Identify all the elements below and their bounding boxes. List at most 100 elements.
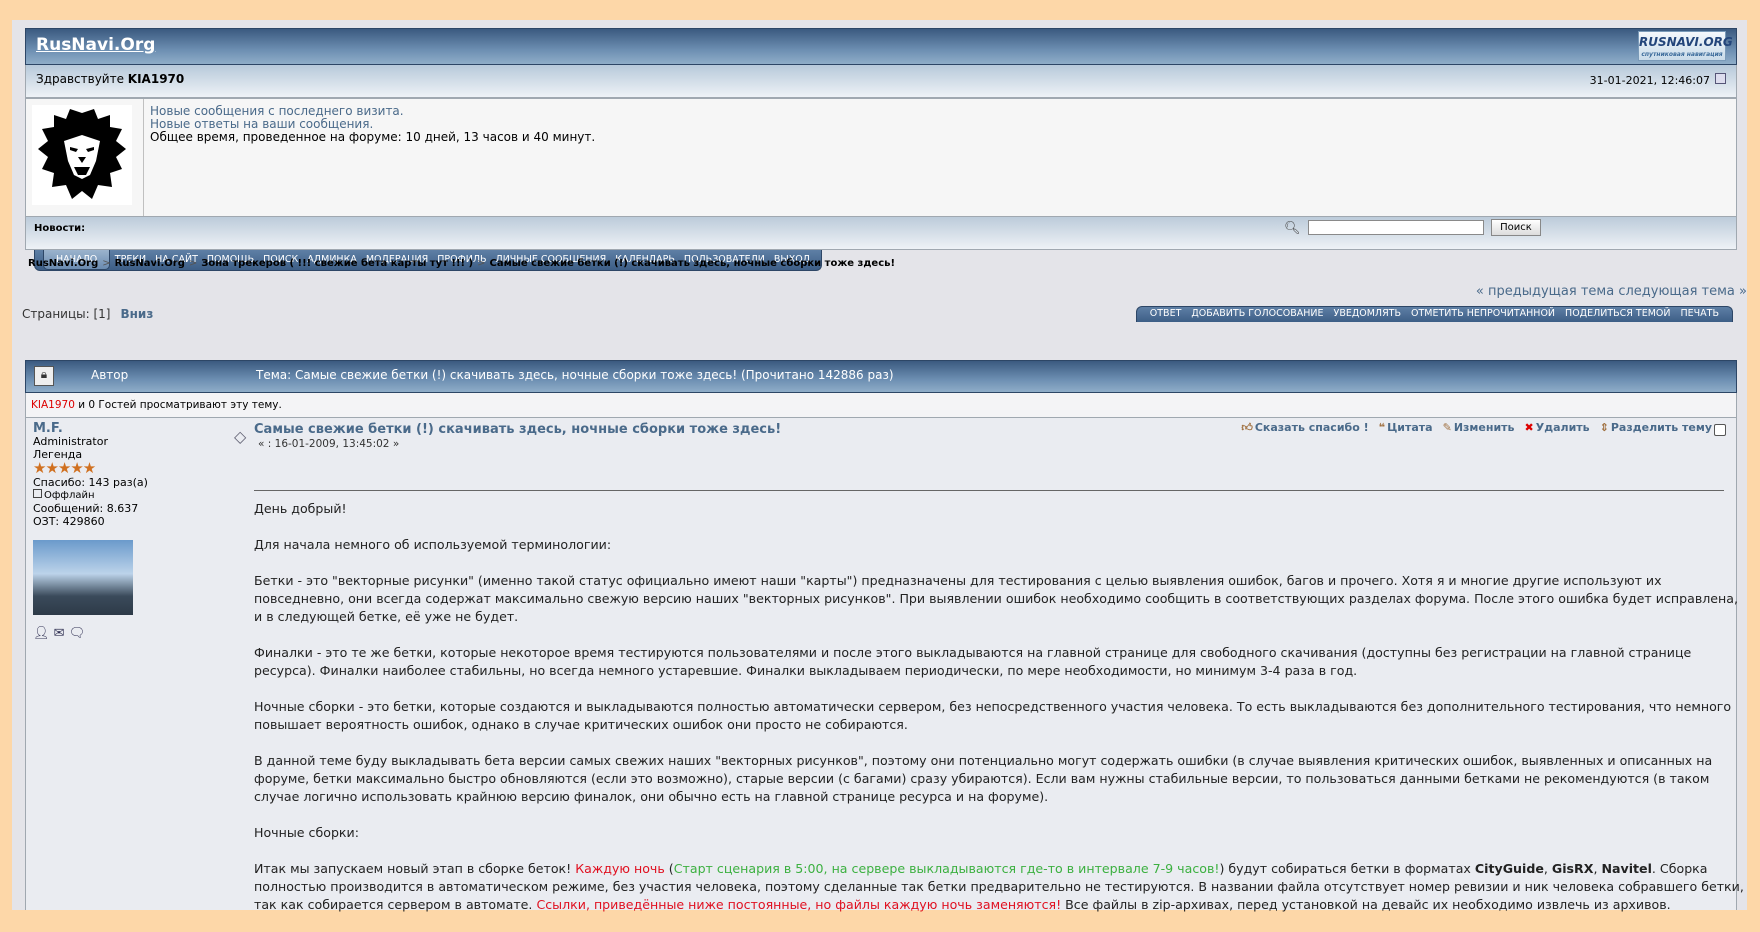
author-thanks: Спасибо: 143 раз(а) <box>33 476 148 489</box>
post-author: M.F. Administrator Легенда ★★★★★ Спасибо… <box>33 422 233 640</box>
search-input[interactable] <box>1308 220 1484 235</box>
viewers-text: и 0 Гостей просматривают эту тему. <box>74 399 282 411</box>
text-segment: Итак мы запускаем новый этап в сборке бе… <box>254 861 576 876</box>
email-icon[interactable]: ✉︎ <box>54 626 65 641</box>
search-icon: 🔍︎ <box>1284 221 1301 236</box>
post-paragraph: Бетки - это "векторные рисунки" (именно … <box>254 573 1738 624</box>
pagination: Страницы: [1] Вниз <box>22 307 153 321</box>
post-body: День добрый! Для начала немного об испол… <box>254 500 1744 932</box>
reply-button[interactable]: ОТВЕТ <box>1145 307 1187 322</box>
prev-next-topic-links[interactable]: « предыдущая тема следующая тема » <box>1476 284 1747 299</box>
forum-page: RusNavi.Org RUSNAVI.ORG спутниковая навиг… <box>12 20 1747 912</box>
author-ozt: ОЗТ: 429860 <box>33 515 105 528</box>
thumbs-up-icon: 👍︎ <box>1241 421 1253 434</box>
post-paragraph: Для начала немного об используемой терми… <box>254 537 612 552</box>
current-datetime: 31-01-2021, 12:46:07 <box>1589 74 1710 87</box>
post-date: « : 16-01-2009, 13:45:02 » <box>258 438 400 450</box>
profile-icon[interactable]: 👤︎ <box>33 626 50 641</box>
topic-lock-icon: 🔒︎ <box>34 366 54 386</box>
rank-stars-icon: ★★★★★ <box>33 459 96 477</box>
topic-actions: ОТВЕТ ДОБАВИТЬ ГОЛОСОВАНИЕ УВЕДОМЛЯТЬ ОТ… <box>1135 306 1733 322</box>
text-segment: Все файлы в zip-архивах, перед установко… <box>1061 897 1671 912</box>
share-topic-button[interactable]: ПОДЕЛИТЬСЯ ТЕМОЙ <box>1560 307 1675 322</box>
post-buttons: 👍︎ Сказать спасибо ! ❝ Цитата ✎ Изменить ✖ У… <box>1241 421 1712 434</box>
breadcrumb-item[interactable]: Зона трекеров ( !!! свежие бета карты ту… <box>201 258 473 269</box>
text-segment: ) будут собираться бетки в форматах <box>1219 861 1475 876</box>
text-segment: Старт сценария в 5:00, на сервере выклад… <box>673 861 1220 876</box>
mark-unread-button[interactable]: ОТМЕТИТЬ НЕПРОЧИТАННОЙ <box>1406 307 1560 322</box>
delete-icon: ✖ <box>1524 421 1534 434</box>
go-down-link[interactable]: Вниз <box>120 307 153 321</box>
edit-icon: ✎ <box>1442 421 1452 434</box>
thanks-button[interactable]: 👍︎ Сказать спасибо ! <box>1241 421 1368 434</box>
time-on-forum: Общее время, проведенное на форуме: 10 д… <box>150 130 596 144</box>
offline-icon <box>33 489 42 498</box>
text-segment: Navitel <box>1601 861 1652 876</box>
post-paragraph: В данной теме буду выкладывать бета верс… <box>254 753 1713 804</box>
breadcrumb-item[interactable]: RusNavi.Org <box>115 258 185 269</box>
greeting-prefix: Здравствуйте <box>36 72 124 86</box>
breadcrumb-separator: > <box>102 258 111 269</box>
author-status: Оффлайн <box>33 489 233 502</box>
post-paragraph: Ночные сборки - это бетки, которые созда… <box>254 699 1732 732</box>
topic-viewers: KIA1970 и 0 Гостей просматривают эту тем… <box>25 393 1737 418</box>
user-info-panel: Новые сообщения с последнего визита. Нов… <box>25 98 1737 217</box>
edit-button[interactable]: ✎ Изменить <box>1443 421 1515 434</box>
delete-button[interactable]: ✖ Удалить <box>1525 421 1590 434</box>
post-divider <box>254 490 1724 491</box>
split-topic-button[interactable]: ⇕ Разделить тему <box>1600 421 1712 434</box>
post-paragraph-nightly: Итак мы запускаем новый этап в сборке бе… <box>254 860 1744 914</box>
breadcrumb-item[interactable]: RusNavi.Org <box>28 258 98 269</box>
pages-label: Страницы: [1] <box>22 307 111 321</box>
quote-icon: ❝ <box>1378 421 1386 434</box>
breadcrumb-separator: > <box>477 258 486 269</box>
author-name-link[interactable]: M.F. <box>33 422 233 435</box>
message-icon[interactable]: 🗨︎ <box>69 626 86 641</box>
author-group: Administrator <box>33 435 108 448</box>
user-info-text: Новые сообщения с последнего визита. Нов… <box>143 99 595 216</box>
search-button[interactable]: Поиск <box>1491 219 1541 236</box>
author-contact-icons: 👤︎ ✉︎ 🗨︎ <box>33 627 233 640</box>
quote-label: Цитата <box>1387 421 1433 434</box>
text-segment: GisRX <box>1551 861 1594 876</box>
post-select-checkbox[interactable] <box>1714 424 1726 436</box>
author-posts: Сообщений: 8.637 <box>33 502 139 515</box>
news-bar: Новости: 🔍︎ Поиск <box>25 217 1737 250</box>
add-poll-button[interactable]: ДОБАВИТЬ ГОЛОСОВАНИЕ <box>1186 307 1328 322</box>
author-avatar <box>33 540 133 615</box>
notify-button[interactable]: УВЕДОМЛЯТЬ <box>1329 307 1406 322</box>
breadcrumb-current[interactable]: Самые свежие бетки (!) скачивать здесь, … <box>490 258 896 269</box>
edit-label: Изменить <box>1453 421 1515 434</box>
text-segment: , <box>1543 861 1552 876</box>
post-icon: ◇ <box>234 427 247 446</box>
site-title-link[interactable]: RusNavi.Org <box>36 35 155 55</box>
quote-button[interactable]: ❝ Цитата <box>1379 421 1433 434</box>
post-paragraph: Финалки - это те же бетки, которые некот… <box>254 645 1692 678</box>
viewer-user-link[interactable]: KIA1970 <box>31 399 75 411</box>
post: M.F. Administrator Легенда ★★★★★ Спасибо… <box>25 418 1744 912</box>
breadcrumb-separator: > <box>188 258 198 269</box>
breadcrumb: RusNavi.Org > RusNavi.Org > Зона трекеров ( … <box>28 258 895 269</box>
site-logo[interactable]: RUSNAVI.ORG спутниковая навигация <box>1638 31 1733 61</box>
split-icon: ⇕ <box>1599 421 1609 434</box>
split-label: Разделить тему <box>1610 421 1712 434</box>
news-label: Новости: <box>34 223 86 234</box>
author-status-text: Оффлайн <box>44 490 95 501</box>
thanks-label: Сказать спасибо ! <box>1254 421 1369 434</box>
collapse-icon[interactable] <box>1715 73 1726 84</box>
forum-header: RusNavi.Org RUSNAVI.ORG спутниковая навиг… <box>25 28 1737 65</box>
delete-label: Удалить <box>1535 421 1590 434</box>
greeting-bar: Здравствуйте KIA1970 31-01-2021, 12:46:0… <box>25 65 1737 98</box>
thread-header: 🔒︎ Автор Тема: Самые свежие бетки (!) ск… <box>25 360 1737 393</box>
text-segment: CityGuide <box>1474 861 1544 876</box>
post-paragraph: Ночные сборки: <box>254 825 359 840</box>
print-button[interactable]: ПЕЧАТЬ <box>1676 307 1724 322</box>
post-paragraph: День добрый! <box>254 501 347 516</box>
user-avatar <box>32 105 132 205</box>
text-segment: Каждую ночь <box>575 861 665 876</box>
author-column-label: Автор <box>91 368 129 382</box>
text-segment: ( <box>664 861 674 876</box>
text-segment: Ссылки, приведённые ниже постоянные, но … <box>536 897 1062 912</box>
post-title-link[interactable]: Самые свежие бетки (!) скачивать здесь, … <box>254 422 781 437</box>
topic-title: Тема: Самые свежие бетки (!) скачивать з… <box>256 368 894 382</box>
